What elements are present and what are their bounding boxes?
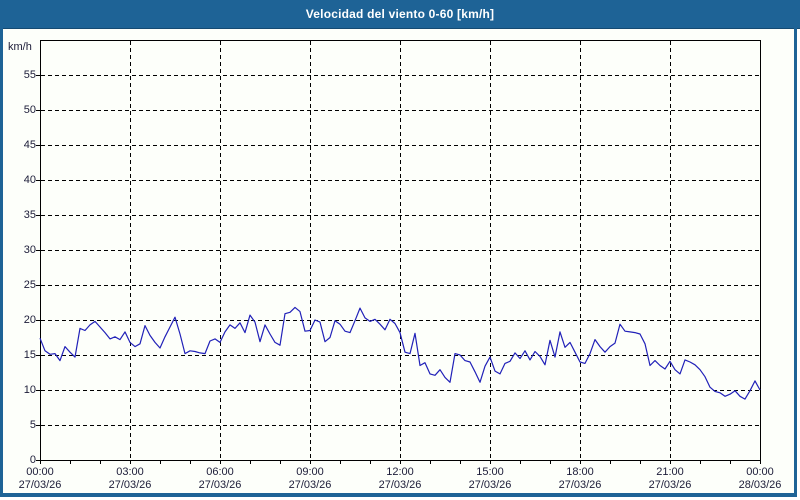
y-tick-label: 55	[0, 69, 36, 82]
y-tick-label: 40	[0, 174, 36, 187]
x-tick-time-label: 15:00	[458, 466, 522, 479]
x-tick-date-label: 28/03/26	[728, 479, 792, 492]
x-tick-time-label: 21:00	[638, 466, 702, 479]
x-tick-date-label: 27/03/26	[638, 479, 702, 492]
y-tick-label: 10	[0, 384, 36, 397]
x-tick-time-label: 03:00	[98, 466, 162, 479]
y-tick-label: 45	[0, 139, 36, 152]
x-tick-time-label: 09:00	[278, 466, 342, 479]
y-tick-label: 30	[0, 244, 36, 257]
x-tick-time-label: 00:00	[8, 466, 72, 479]
x-tick-date-label: 27/03/26	[548, 479, 612, 492]
y-tick-label: 20	[0, 314, 36, 327]
y-tick-label: 5	[0, 419, 36, 432]
y-tick-label: 25	[0, 279, 36, 292]
x-tick-date-label: 27/03/26	[368, 479, 432, 492]
x-tick-date-label: 27/03/26	[188, 479, 252, 492]
x-tick-date-label: 27/03/26	[458, 479, 522, 492]
x-tick-time-label: 18:00	[548, 466, 612, 479]
x-tick-time-label: 00:00	[728, 466, 792, 479]
x-tick-date-label: 27/03/26	[278, 479, 342, 492]
x-tick-date-label: 27/03/26	[98, 479, 162, 492]
y-axis-unit-label: km/h	[8, 41, 38, 53]
x-tick-time-label: 12:00	[368, 466, 432, 479]
y-tick-label: 0	[0, 454, 36, 467]
y-tick-label: 35	[0, 209, 36, 222]
y-tick-label: 15	[0, 349, 36, 362]
axis-labels-layer: km/h 051015202530354045505500:0027/03/26…	[0, 0, 800, 500]
wind-speed-chart-window: Velocidad del viento 0-60 [km/h] km/h 05…	[0, 0, 800, 500]
x-tick-time-label: 06:00	[188, 466, 252, 479]
y-tick-label: 50	[0, 104, 36, 117]
x-tick-date-label: 27/03/26	[8, 479, 72, 492]
